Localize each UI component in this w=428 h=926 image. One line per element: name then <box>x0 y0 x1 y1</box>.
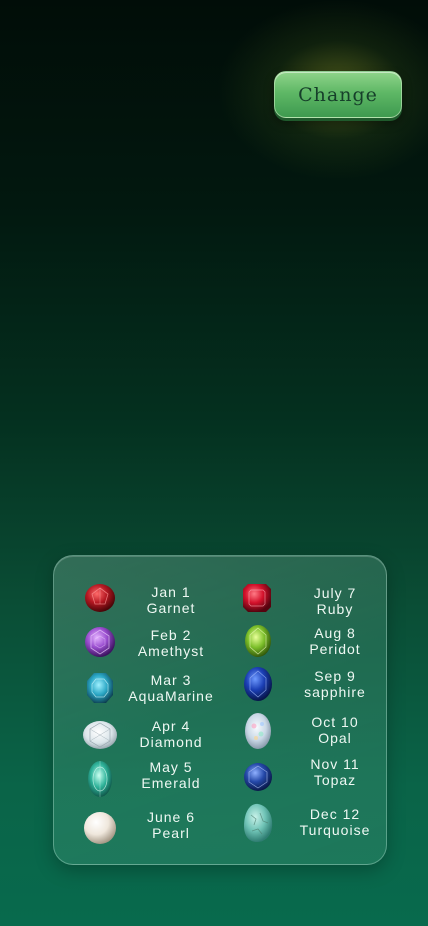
sapphire-icon <box>243 666 273 702</box>
diamond-icon <box>82 719 118 751</box>
birthstone-date: May 5 <box>149 759 193 775</box>
birthstone-date: Aug 8 <box>314 625 356 641</box>
emerald-icon <box>86 759 114 799</box>
birthstone-item-turquoise: Dec 12 Turquoise <box>221 803 388 847</box>
birthstone-name: Ruby <box>316 601 354 617</box>
peridot-icon <box>244 624 272 658</box>
birthstone-date: Oct 10 <box>311 714 359 730</box>
opal-icon <box>243 712 273 750</box>
birthstone-item-garnet: Jan 1 Garnet <box>54 582 221 626</box>
turquoise-icon <box>242 803 274 843</box>
birthstone-name: AquaMarine <box>128 688 214 704</box>
birthstone-date: Nov 11 <box>310 756 360 772</box>
aquamarine-icon <box>85 671 115 705</box>
birthstone-name: Emerald <box>141 775 201 791</box>
ruby-icon <box>242 583 272 613</box>
change-button[interactable]: Change <box>274 71 402 118</box>
birthstone-item-peridot: Aug 8 Peridot <box>221 624 388 668</box>
birthstone-name: sapphire <box>304 684 366 700</box>
garnet-icon <box>83 582 117 614</box>
birthstone-date: Mar 3 <box>150 672 192 688</box>
pearl-icon <box>83 811 117 845</box>
birthstone-item-emerald: May 5 Emerald <box>54 759 221 803</box>
topaz-icon <box>243 762 273 792</box>
birthstone-item-amethyst: Feb 2 Amethyst <box>54 624 221 668</box>
birthstone-name: Peridot <box>309 641 361 657</box>
birthstone-name: Turquoise <box>299 822 371 838</box>
birthstone-name: Pearl <box>152 825 190 841</box>
birthstone-date: Dec 12 <box>309 806 361 822</box>
birthstone-date: Sep 9 <box>314 668 356 684</box>
birthstone-panel: Jan 1 Garnet Feb 2 Amethyst Mar 3 AquaMa… <box>53 555 387 865</box>
birthstone-item-ruby: July 7 Ruby <box>221 582 388 626</box>
birthstone-item-opal: Oct 10 Opal <box>221 712 388 756</box>
birthstone-name: Garnet <box>146 600 196 616</box>
amethyst-icon <box>83 625 117 659</box>
birthstone-name: Amethyst <box>137 643 205 659</box>
birthstone-date: June 6 <box>146 809 196 825</box>
birthstone-date: Apr 4 <box>151 718 191 734</box>
birthstone-name: Opal <box>318 730 352 746</box>
birthstone-item-topaz: Nov 11 Topaz <box>221 756 388 806</box>
birthstone-date: Feb 2 <box>150 627 192 643</box>
birthstone-item-aquamarine: Mar 3 AquaMarine <box>54 670 221 714</box>
birthstone-name: Topaz <box>313 772 357 788</box>
birthstone-date: Jan 1 <box>151 584 191 600</box>
birthstone-item-diamond: Apr 4 Diamond <box>54 716 221 760</box>
birthstone-name: Diamond <box>139 734 203 750</box>
birthstone-item-pearl: June 6 Pearl <box>54 809 221 853</box>
birthstone-date: July 7 <box>313 585 357 601</box>
birthstone-item-sapphire: Sep 9 sapphire <box>221 666 388 710</box>
